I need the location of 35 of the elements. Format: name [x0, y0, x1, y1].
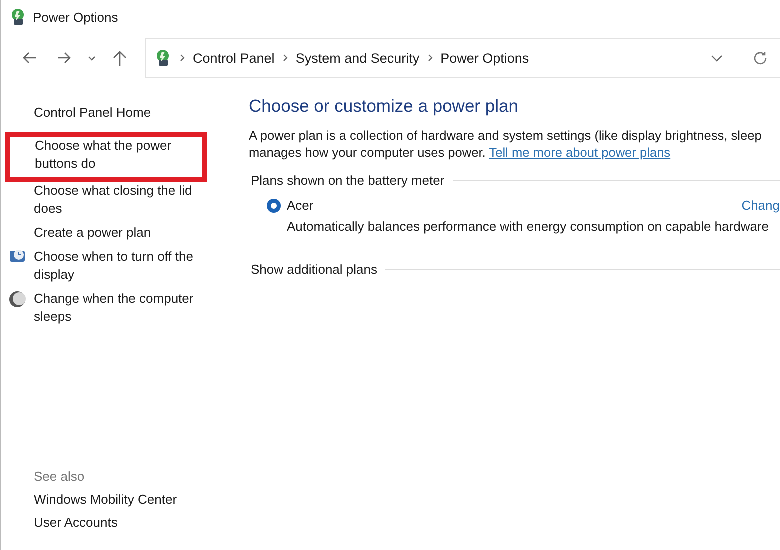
page-heading: Choose or customize a power plan — [249, 96, 520, 117]
help-link[interactable]: Tell me more about power plans — [489, 145, 671, 160]
forward-arrow-icon[interactable] — [57, 52, 71, 64]
sidebar-link[interactable]: Choose what the power buttons do — [35, 137, 198, 173]
sidebar-link[interactable]: Change when the computer sleeps — [34, 290, 211, 326]
see-also-link[interactable]: User Accounts — [34, 515, 221, 530]
section-heading: See also — [34, 469, 86, 484]
sidebar-link[interactable]: Choose what closing the lid does — [34, 182, 211, 218]
chevron-right-icon — [180, 54, 185, 62]
breadcrumb[interactable]: System and Security — [296, 50, 420, 66]
breadcrumb[interactable]: Control Panel — [193, 50, 275, 66]
sidebar-link[interactable]: Control Panel Home — [34, 104, 152, 122]
description-text: A power plan is a collection of hardware and system settings (like display brightness, sleep manages how your computer uses power. Tell me more about power plans — [249, 127, 763, 161]
chevron-down-icon[interactable] — [711, 54, 723, 62]
plan-description: Automatically balances performance with energy consumption on capable hardware — [287, 219, 770, 234]
chevron-down-icon[interactable] — [88, 56, 96, 60]
address-bar[interactable]: Control Panel System and Security Power Options — [145, 38, 780, 78]
chevron-right-icon — [428, 54, 433, 62]
moon-icon — [9, 291, 26, 308]
plan-name: Acer — [287, 198, 314, 213]
radio-button[interactable] — [267, 198, 281, 212]
see-also-link[interactable]: Windows Mobility Center — [34, 492, 221, 507]
chevron-right-icon — [282, 54, 288, 62]
breadcrumb[interactable]: Power Options — [440, 50, 530, 66]
expander-label[interactable]: Show additional plans — [251, 262, 378, 277]
refresh-icon[interactable] — [753, 50, 768, 66]
window-title: Power Options — [33, 10, 118, 24]
back-arrow-icon[interactable] — [23, 52, 37, 64]
up-arrow-icon[interactable] — [113, 50, 127, 66]
power-options-icon — [9, 8, 27, 26]
sidebar-link[interactable]: Choose when to turn off the display — [34, 248, 211, 284]
change-plan-link[interactable]: Chang — [742, 198, 780, 213]
group-label: Plans shown on the battery meter — [251, 173, 445, 188]
sidebar-link[interactable]: Create a power plan — [34, 224, 152, 242]
monitor-icon — [9, 249, 26, 265]
